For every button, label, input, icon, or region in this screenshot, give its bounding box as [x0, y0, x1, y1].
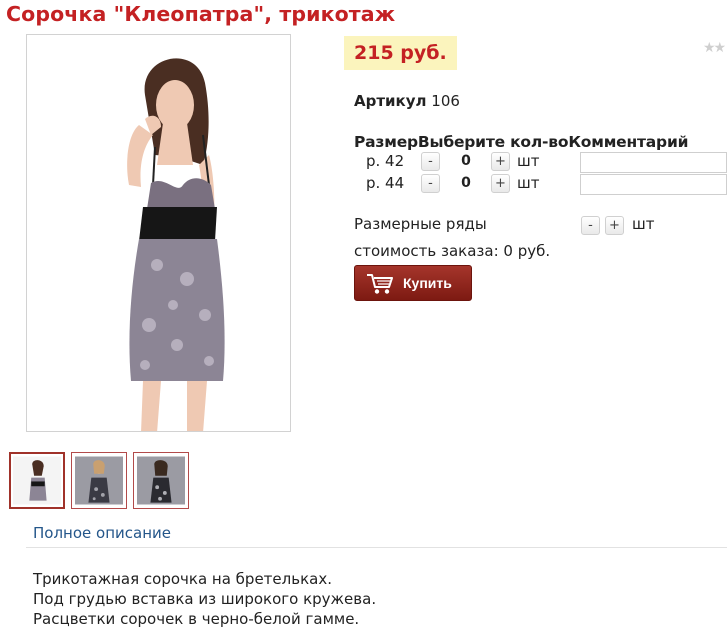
sku-label: Артикул [354, 92, 427, 110]
thumbnail-image [13, 456, 61, 505]
size-series-increase-button[interactable]: + [605, 216, 624, 235]
description-line: Трикотажная сорочка на бретельках. [33, 570, 332, 588]
rating-stars-icon[interactable]: ★★ [703, 40, 726, 56]
gallery-thumbnail-3[interactable] [133, 452, 189, 509]
sku-value: 106 [431, 92, 460, 110]
product-description: Трикотажная сорочка на бретельках. Под г… [33, 569, 376, 629]
decrease-qty-button[interactable]: - [421, 152, 440, 171]
main-product-photo[interactable] [26, 34, 291, 432]
gallery-thumbnail-2[interactable] [71, 452, 127, 509]
qty-value[interactable]: 0 [453, 175, 479, 191]
product-price: 215 руб. [344, 36, 457, 70]
cart-icon [367, 274, 393, 294]
qty-unit: шт [517, 174, 540, 192]
increase-qty-button[interactable]: + [491, 174, 510, 193]
qty-value[interactable]: 0 [453, 153, 479, 169]
thumbnail-image [75, 456, 123, 505]
increase-qty-button[interactable]: + [491, 152, 510, 171]
size-series-label: Размерные ряды [354, 215, 487, 233]
size-label: р. 42 [366, 152, 405, 170]
decrease-qty-button[interactable]: - [421, 174, 440, 193]
description-line: Расцветки сорочек в черно-белой гамме. [33, 610, 360, 628]
comment-field-42[interactable] [580, 152, 727, 173]
description-line: Под грудью вставка из широкого кружева. [33, 590, 377, 608]
buy-button[interactable]: Купить [354, 265, 472, 301]
product-title: Сорочка "Клеопатра", трикотаж [6, 2, 396, 26]
qty-unit: шт [517, 152, 540, 170]
order-table-header: РазмерВыберите кол-воКомментарий [354, 133, 689, 151]
gallery-thumbnail-1[interactable] [9, 452, 65, 509]
tab-full-description[interactable]: Полное описание [33, 524, 171, 542]
order-total: стоимость заказа: 0 руб. [354, 242, 551, 260]
thumbnail-image [137, 456, 185, 505]
size-series-unit: шт [632, 215, 655, 233]
buy-button-label: Купить [403, 275, 452, 291]
product-sku: Артикул 106 [354, 92, 460, 110]
size-label: р. 44 [366, 174, 405, 192]
product-photo-image [27, 35, 290, 431]
comment-field-44[interactable] [580, 174, 727, 195]
size-series-decrease-button[interactable]: - [581, 216, 600, 235]
tab-divider [26, 547, 727, 548]
